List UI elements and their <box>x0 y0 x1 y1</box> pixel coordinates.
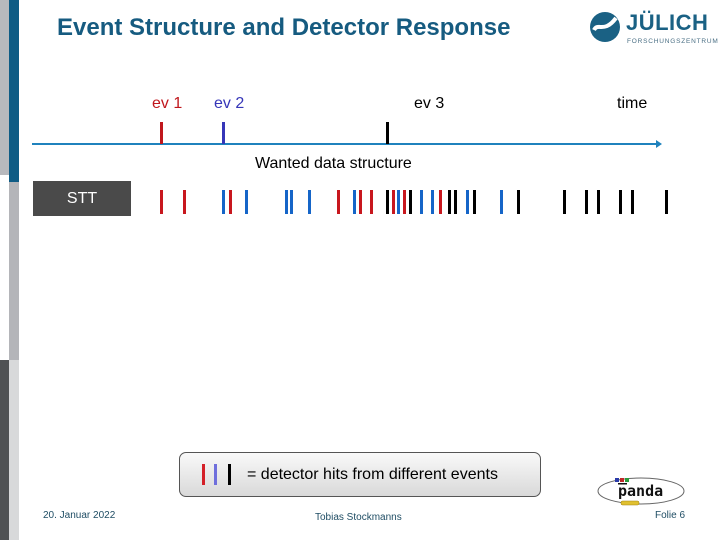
left-gray-strip <box>0 0 9 175</box>
logo-subtitle: FORSCHUNGSZENTRUM <box>627 38 719 45</box>
event-label-2: ev 2 <box>214 95 245 112</box>
detector-hit <box>500 190 503 214</box>
left-dark-strip <box>0 360 9 540</box>
time-axis-label: time <box>617 95 648 112</box>
event-label-3: ev 3 <box>414 95 445 112</box>
detector-hit <box>392 190 395 214</box>
svg-text:panda: panda <box>618 482 663 500</box>
detector-hit <box>409 190 412 214</box>
footer-author: Tobias Stockmanns <box>315 512 402 523</box>
detector-hit <box>431 190 434 214</box>
legend-swatch-black <box>228 464 231 485</box>
panda-logo: panda <box>597 477 685 506</box>
left-light-strip <box>9 360 19 540</box>
juelich-logo-icon <box>590 12 620 42</box>
detector-hit <box>229 190 232 214</box>
wanted-structure-label: Wanted data structure <box>255 155 412 172</box>
detector-hit <box>466 190 469 214</box>
detector-hit <box>448 190 451 214</box>
detector-hit <box>585 190 588 214</box>
event-tick-2 <box>222 122 225 144</box>
time-axis <box>32 143 657 145</box>
detector-hit <box>439 190 442 214</box>
detector-hit <box>597 190 600 214</box>
detector-hit <box>420 190 423 214</box>
legend-swatch-red <box>202 464 205 485</box>
detector-hit <box>359 190 362 214</box>
detector-hit <box>631 190 634 214</box>
detector-hit <box>403 190 406 214</box>
detector-hit <box>517 190 520 214</box>
detector-hit <box>454 190 457 214</box>
detector-hit <box>386 190 389 214</box>
event-tick-1 <box>160 122 163 144</box>
detector-hit <box>397 190 400 214</box>
slide-title: Event Structure and Detector Response <box>57 14 511 41</box>
left-gray-mid-strip <box>9 182 19 360</box>
event-label-1: ev 1 <box>152 95 183 112</box>
legend-swatch-blue <box>214 464 217 485</box>
detector-label-stt: STT <box>33 181 131 216</box>
detector-hit <box>563 190 566 214</box>
detector-hit <box>290 190 293 214</box>
detector-hit <box>183 190 186 214</box>
legend-box: = detector hits from different events <box>179 452 541 497</box>
logo-name: JÜLICH <box>626 10 709 35</box>
event-tick-3 <box>386 122 389 144</box>
detector-hit <box>222 190 225 214</box>
detector-hit <box>619 190 622 214</box>
detector-hit <box>370 190 373 214</box>
detector-hit <box>473 190 476 214</box>
footer-page-number: Folie 6 <box>655 510 686 521</box>
time-axis-arrow-icon <box>656 140 662 148</box>
footer-date: 20. Januar 2022 <box>43 510 116 521</box>
detector-hit <box>337 190 340 214</box>
left-blue-strip <box>9 0 19 182</box>
detector-hit <box>308 190 311 214</box>
detector-hit <box>353 190 356 214</box>
detector-hit <box>160 190 163 214</box>
detector-hit <box>285 190 288 214</box>
detector-hit <box>245 190 248 214</box>
legend-text: = detector hits from different events <box>247 466 498 483</box>
juelich-logo: JÜLICH FORSCHUNGSZENTRUM <box>588 8 718 50</box>
detector-hit <box>665 190 668 214</box>
